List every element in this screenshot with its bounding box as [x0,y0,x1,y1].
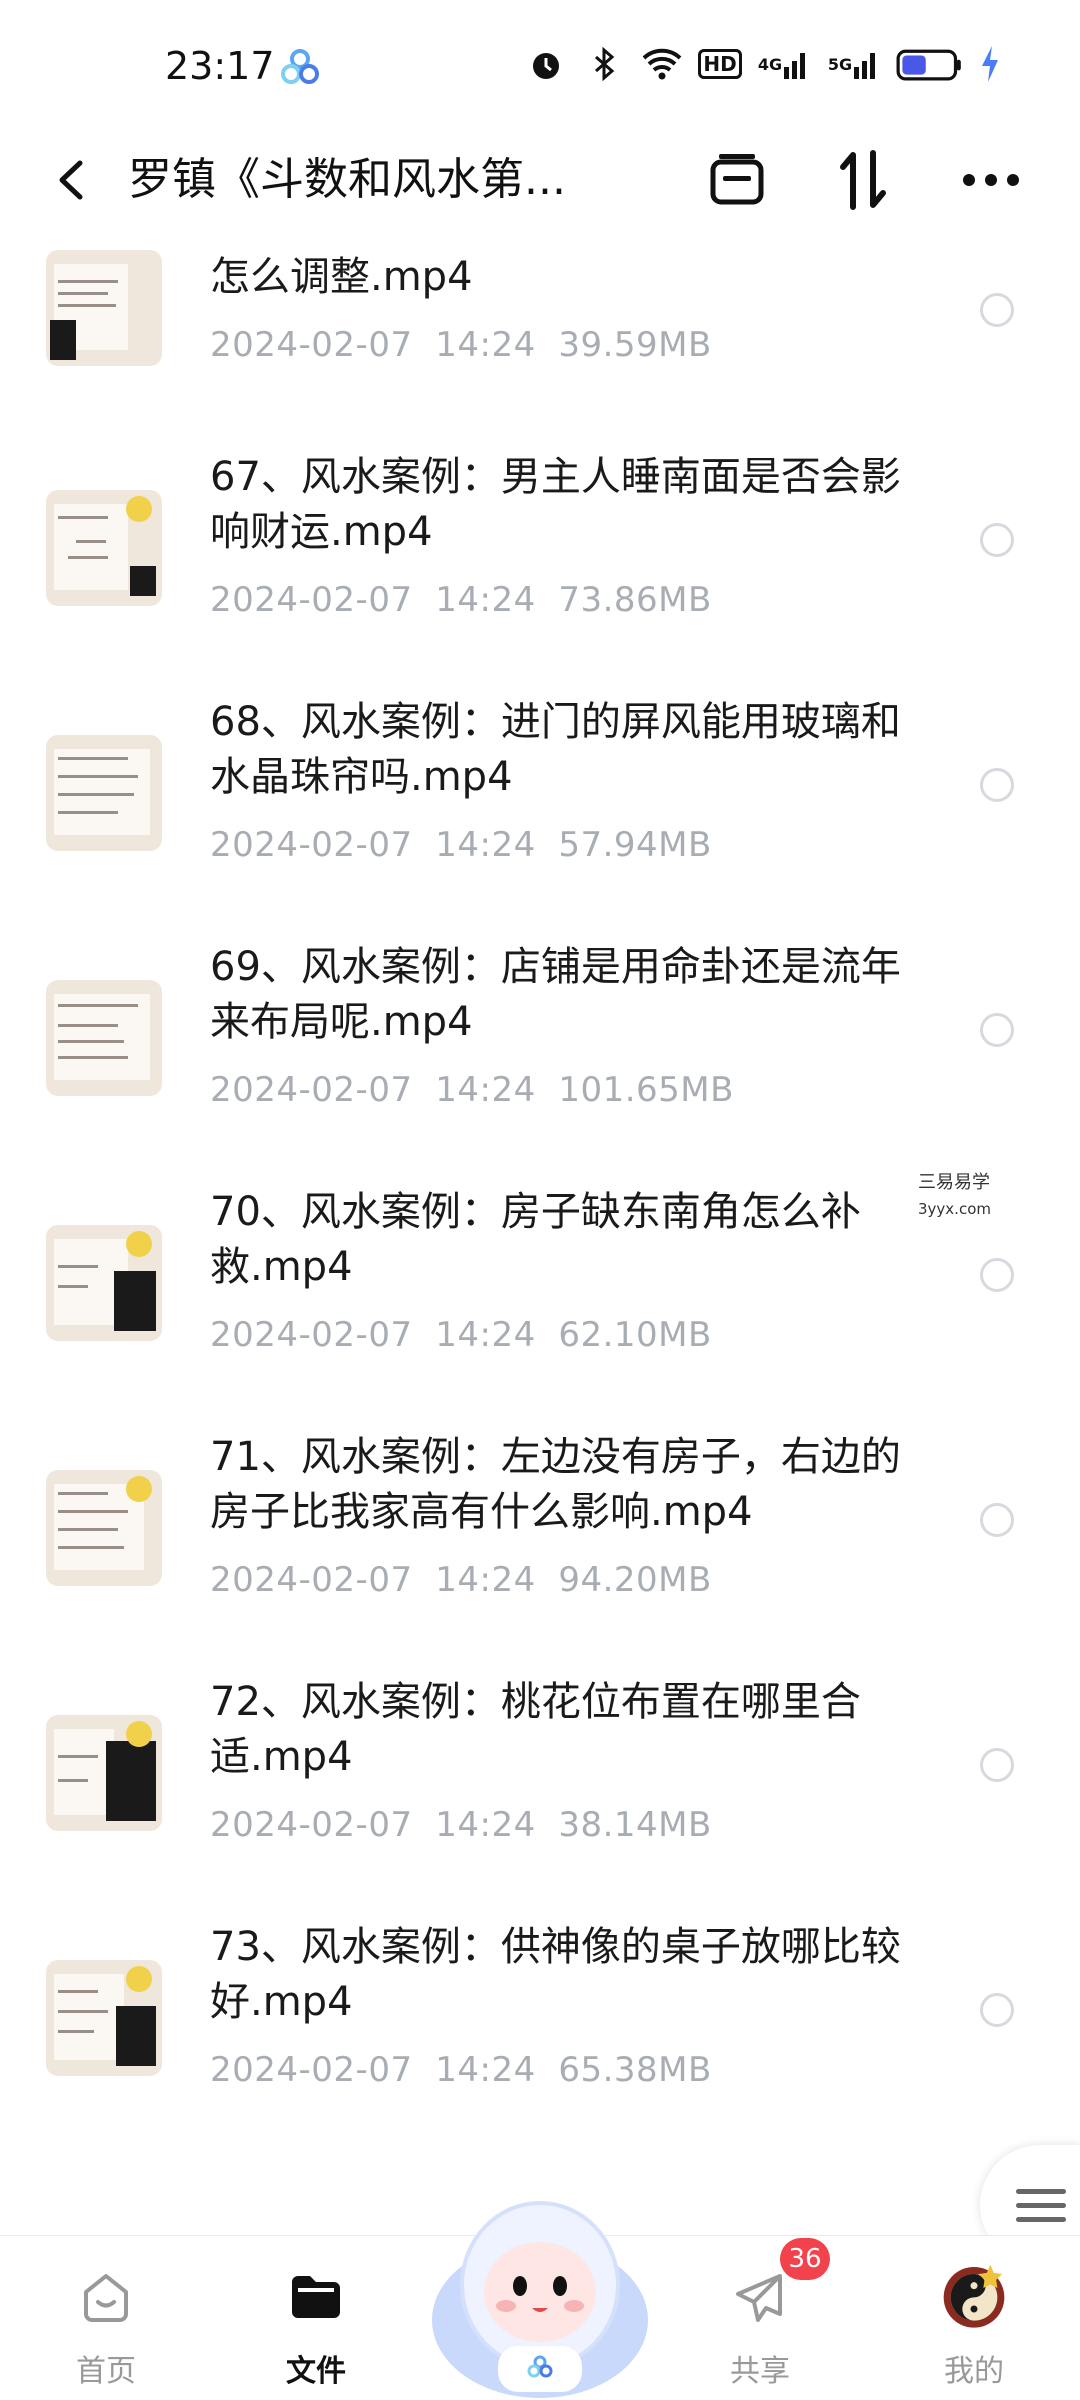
avatar-icon [943,2264,1005,2328]
file-meta: 2024-02-07 14:24 73.86MB [210,580,712,620]
file-meta: 2024-02-07 14:24 101.65MB [210,1070,734,1110]
watermark-line2: 3yyx.com [918,1200,991,1218]
video-thumbnail [46,1225,162,1341]
tab-files-label: 文件 [286,2354,346,2389]
page-title: 罗镇《斗数和风水第... [128,154,566,205]
tab-home[interactable]: 首页 [36,2256,176,2396]
file-meta: 2024-02-07 14:24 65.38MB [210,2050,712,2090]
select-radio[interactable] [980,523,1014,557]
assistant-mascot-button[interactable] [430,2170,650,2400]
status-icons: HD 4G 5G [524,44,1002,84]
list-item[interactable]: 69、风水案例：店铺是用命卦还是流年来布局呢.mp4 2024-02-07 14… [0,940,1080,1185]
signal-4g-icon: 4G [756,44,812,84]
video-thumbnail [46,1960,162,2076]
hd-icon: HD [698,49,742,79]
list-item[interactable]: 67、风水案例：男主人睡南面是否会影响财运.mp4 2024-02-07 14:… [0,450,1080,695]
share-badge: 36 [780,2238,830,2280]
tab-me-label: 我的 [944,2354,1004,2389]
home-icon [84,2274,128,2322]
watermark: 三易易学 3yyx.com [918,1170,1048,1222]
alarm-icon [533,53,559,79]
file-name: 70、风水案例：房子缺东南角怎么补救.mp4 [210,1189,861,1290]
file-name: 68、风水案例：进门的屏风能用玻璃和水晶珠帘吗.mp4 [210,699,901,800]
select-radio[interactable] [980,1258,1014,1292]
video-thumbnail [46,490,162,606]
file-name: 69、风水案例：店铺是用命卦还是流年来布局呢.mp4 [210,944,901,1045]
tab-share-label: 共享 [730,2354,790,2389]
select-radio[interactable] [980,1503,1014,1537]
file-list[interactable]: 怎么调整.mp4 2024-02-07 14:24 39.59MB 67、风水案… [0,225,1080,2235]
watermark-line1: 三易易学 [918,1172,990,1193]
bluetooth-icon [595,46,615,82]
file-name: 怎么调整.mp4 [210,254,473,300]
status-bar: 23:17 HD 4G 5G [0,0,1080,135]
list-item[interactable]: 68、风水案例：进门的屏风能用玻璃和水晶珠帘吗.mp4 2024-02-07 1… [0,695,1080,940]
select-radio[interactable] [980,1013,1014,1047]
file-meta: 2024-02-07 14:24 57.94MB [210,825,712,865]
list-item[interactable]: 怎么调整.mp4 2024-02-07 14:24 39.59MB [0,225,1080,370]
file-name: 73、风水案例：供神像的桌子放哪比较好.mp4 [210,1924,901,2025]
file-meta: 2024-02-07 14:24 62.10MB [210,1315,712,1355]
more-button[interactable] [956,147,1026,213]
more-icon [963,174,1019,186]
wifi-icon [642,48,682,80]
folder-icon [292,2276,340,2318]
cloud-app-icon [281,49,319,84]
sort-button[interactable] [828,147,898,213]
sort-icon [840,150,886,210]
select-box-icon [710,154,764,205]
select-button[interactable] [702,147,772,213]
tab-home-label: 首页 [76,2354,136,2389]
charging-icon [982,46,998,82]
file-meta: 2024-02-07 14:24 94.20MB [210,1560,712,1600]
signal-5g-icon: 5G [826,44,882,84]
list-item[interactable]: 71、风水案例：左边没有房子，右边的房子比我家高有什么影响.mp4 2024-0… [0,1430,1080,1675]
tab-files[interactable]: 文件 [246,2256,386,2396]
back-arrow-icon[interactable] [48,153,98,207]
top-bar: 罗镇《斗数和风水第... [0,135,1080,225]
select-radio[interactable] [980,768,1014,802]
list-item[interactable]: 73、风水案例：供神像的桌子放哪比较好.mp4 2024-02-07 14:24… [0,1920,1080,2165]
paper-plane-icon [736,2274,782,2322]
video-thumbnail [46,980,162,1096]
video-thumbnail [46,1715,162,1831]
list-item[interactable]: 72、风水案例：桃花位布置在哪里合适.mp4 2024-02-07 14:24 … [0,1675,1080,1920]
select-radio[interactable] [980,1748,1014,1782]
select-radio[interactable] [980,293,1014,327]
file-meta: 2024-02-07 14:24 39.59MB [210,325,712,365]
file-meta: 2024-02-07 14:24 38.14MB [210,1805,712,1845]
tab-me[interactable]: 我的 [904,2256,1044,2396]
video-thumbnail [46,735,162,851]
video-thumbnail [46,250,162,366]
status-time: 23:17 [165,44,275,88]
file-name: 71、风水案例：左边没有房子，右边的房子比我家高有什么影响.mp4 [210,1434,901,1535]
select-radio[interactable] [980,1993,1014,2027]
file-name: 72、风水案例：桃花位布置在哪里合适.mp4 [210,1679,861,1780]
video-thumbnail [46,1470,162,1586]
battery-icon [896,49,961,81]
file-name: 67、风水案例：男主人睡南面是否会影响财运.mp4 [210,454,901,555]
